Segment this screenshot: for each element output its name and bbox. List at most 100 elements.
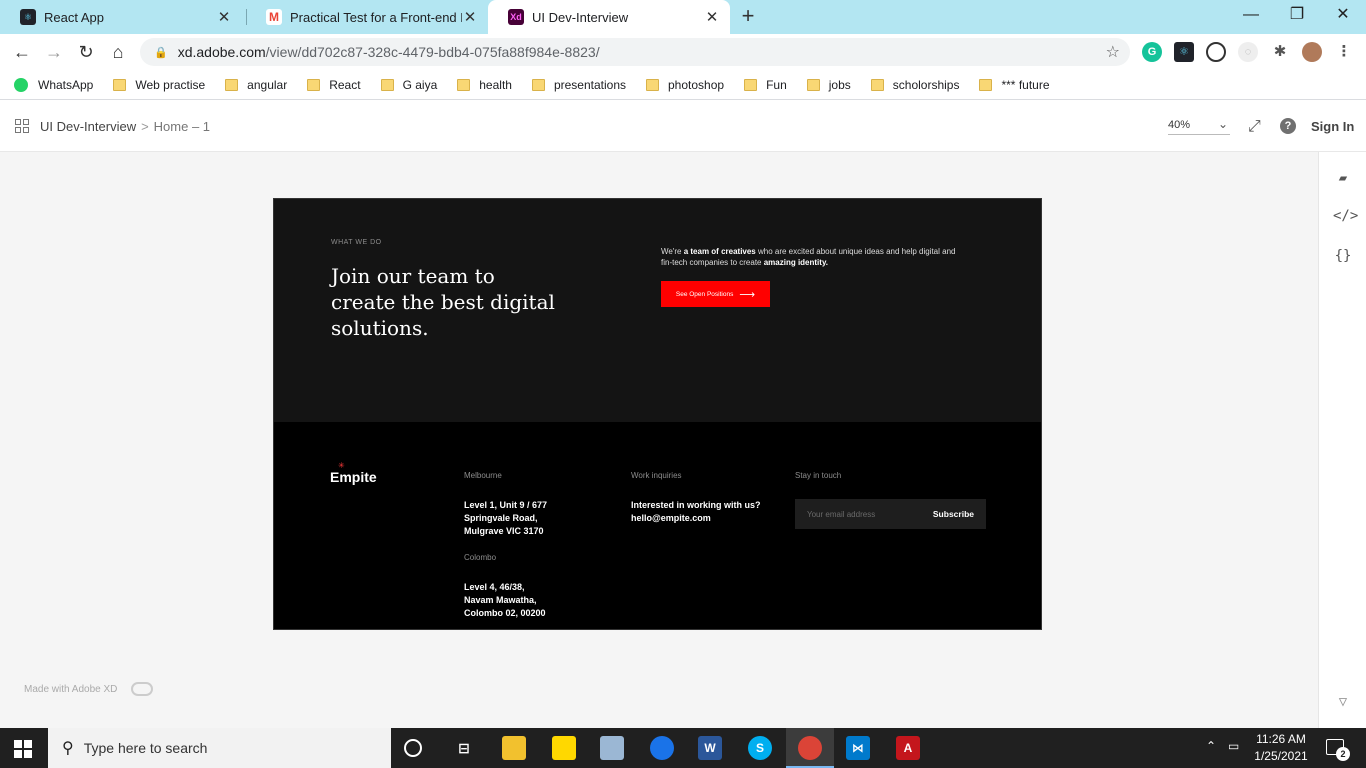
bookmark-web-practise[interactable]: Web practise — [113, 78, 205, 92]
task-view-icon[interactable]: ⊟ — [452, 736, 476, 760]
home-button[interactable]: ⌂ — [106, 40, 130, 64]
adobe-xd-icon: Xd — [508, 9, 524, 25]
folder-icon — [979, 78, 993, 91]
bookmark-photoshop[interactable]: photoshop — [646, 78, 724, 92]
skype-icon[interactable]: S — [748, 736, 772, 760]
url-text: xd.adobe.com/view/dd702c87-328c-4479-bdb… — [177, 44, 600, 60]
maps-icon[interactable] — [650, 736, 674, 760]
profile-avatar[interactable] — [1302, 42, 1322, 62]
bookmarks-bar: WhatsApp Web practise angular React G ai… — [0, 70, 1366, 100]
hero-title: Join our team to create the best digital… — [331, 264, 555, 340]
word-icon[interactable]: W — [698, 736, 722, 760]
folder-icon — [531, 78, 545, 91]
tab-title: React App — [44, 9, 104, 25]
braces-icon[interactable]: {} — [1333, 248, 1353, 264]
tab-react-app[interactable]: ⚛ React App ✕ — [0, 0, 242, 34]
folder-icon — [307, 78, 321, 91]
xd-viewer-header: UI Dev-Interview > Home – 1 40% ⌄ ⤢ ? Sign… — [0, 101, 1366, 152]
bookmark-angular[interactable]: angular — [225, 78, 287, 92]
network-icon[interactable]: ▭ — [1228, 739, 1239, 753]
grammarly-icon[interactable]: G — [1142, 42, 1162, 62]
gmail-icon: M — [266, 9, 282, 25]
acrobat-icon[interactable]: A — [896, 736, 920, 760]
folder-icon — [806, 78, 820, 91]
bookmark-jobs[interactable]: jobs — [806, 78, 851, 92]
bookmark-scholorships[interactable]: scholorships — [870, 78, 959, 92]
close-icon[interactable]: ✕ — [704, 8, 720, 26]
bookmark-future[interactable]: *** future — [979, 78, 1050, 92]
code-icon[interactable]: </> — [1333, 208, 1358, 224]
tab-practical-test[interactable]: M Practical Test for a Front-end Dev ✕ — [246, 0, 488, 34]
zoom-value: 40% — [1168, 119, 1191, 131]
see-open-positions-button[interactable]: See Open Positions ⟶ — [661, 281, 770, 307]
creative-cloud-icon — [131, 682, 154, 696]
sticky-notes-icon[interactable] — [552, 736, 576, 760]
file-explorer-icon[interactable] — [502, 736, 526, 760]
puzzle-icon[interactable]: ✱ — [1270, 42, 1290, 62]
extension-icon[interactable]: ◌ — [1238, 42, 1258, 62]
tab-ui-dev-interview[interactable]: Xd UI Dev-Interview ✕ — [488, 0, 730, 34]
logo-spark-icon: ✳ — [338, 461, 345, 470]
breadcrumb-project[interactable]: UI Dev-Interview — [40, 119, 136, 134]
cortana-icon[interactable] — [404, 739, 422, 757]
timer-extension-icon[interactable] — [1206, 42, 1226, 62]
work-inquiries-label: Work inquiries — [631, 471, 682, 480]
folder-icon — [225, 78, 239, 91]
comment-icon[interactable]: ▰ — [1333, 170, 1353, 186]
work-inquiries-text: Interested in working with us? hello@emp… — [631, 500, 761, 525]
bookmark-whatsapp[interactable]: WhatsApp — [14, 77, 93, 92]
folder-icon — [457, 78, 471, 91]
footer-section: ✳ Empite Melbourne Level 1, Unit 9 / 677 … — [274, 422, 1041, 629]
zoom-select[interactable]: 40% ⌄ — [1168, 117, 1230, 135]
colombo-label: Colombo — [464, 553, 497, 562]
chevron-down-icon: ⌄ — [1217, 117, 1228, 131]
subscribe-button[interactable]: Subscribe — [933, 509, 974, 519]
stay-in-touch-label: Stay in touch — [795, 471, 842, 480]
grid-view-icon[interactable] — [15, 119, 29, 133]
chrome-icon[interactable] — [798, 736, 822, 760]
notifications-icon[interactable]: 2 — [1326, 739, 1350, 761]
bookmark-presentations[interactable]: presentations — [531, 78, 626, 92]
bookmark-health[interactable]: health — [457, 78, 512, 92]
menu-icon[interactable]: ⋮ — [1334, 42, 1354, 62]
vscode-icon[interactable]: ⋈ — [846, 736, 870, 760]
browser-toolbar: ← → ↻ ⌂ 🔒 xd.adobe.com/view/dd702c87-328… — [0, 34, 1366, 70]
photos-icon[interactable] — [600, 736, 624, 760]
bookmark-star-icon[interactable]: ☆ — [1106, 42, 1120, 62]
back-button[interactable]: ← — [10, 40, 34, 64]
windows-start-icon[interactable] — [14, 740, 32, 758]
artboard-home: WHAT WE DO Join our team to create the b… — [273, 198, 1042, 630]
react-devtools-icon[interactable]: ⚛ — [1174, 42, 1194, 62]
close-icon[interactable]: ✕ — [216, 8, 232, 26]
close-window-button[interactable]: ✕ — [1320, 0, 1366, 30]
hero-description: We're a team of creatives who are excite… — [661, 247, 956, 267]
filter-icon[interactable]: ▽ — [1333, 694, 1353, 710]
bookmark-react[interactable]: React — [307, 78, 361, 92]
xd-canvas: WHAT WE DO Join our team to create the b… — [0, 152, 1318, 728]
fullscreen-icon[interactable]: ⤢ — [1248, 118, 1261, 136]
made-with-adobe-xd: Made with Adobe XD — [24, 682, 154, 696]
restore-button[interactable]: ❐ — [1274, 0, 1320, 30]
close-icon[interactable]: ✕ — [462, 8, 478, 26]
email-input[interactable]: Your email address — [807, 510, 875, 519]
contact-email-link[interactable]: hello@empite.com — [631, 512, 761, 525]
react-icon: ⚛ — [20, 9, 36, 25]
section-eyebrow: WHAT WE DO — [331, 239, 382, 246]
address-bar[interactable]: 🔒 xd.adobe.com/view/dd702c87-328c-4479-b… — [140, 38, 1130, 66]
chevron-up-icon[interactable]: ⌃ — [1206, 739, 1216, 753]
minimize-button[interactable]: — — [1228, 0, 1274, 30]
taskbar-clock[interactable]: 11:26 AM 1/25/2021 — [1250, 731, 1312, 765]
sign-in-link[interactable]: Sign In — [1311, 119, 1354, 134]
windows-taskbar: ⚲ Type here to search ⊟ W S ⋈ A ⌃ ▭ 11:2… — [0, 728, 1366, 768]
taskbar-search-box[interactable]: ⚲ Type here to search — [48, 728, 391, 768]
forward-button[interactable]: → — [42, 40, 66, 64]
whatsapp-icon — [14, 77, 28, 92]
folder-icon — [744, 78, 758, 91]
bookmark-g-aiya[interactable]: G aiya — [380, 78, 437, 92]
reload-button[interactable]: ↻ — [74, 40, 98, 64]
new-tab-button[interactable]: + — [736, 4, 760, 28]
help-icon[interactable]: ? — [1280, 118, 1296, 134]
bookmark-fun[interactable]: Fun — [744, 78, 787, 92]
newsletter-form: Your email address Subscribe — [795, 499, 986, 529]
folder-icon — [380, 78, 394, 91]
